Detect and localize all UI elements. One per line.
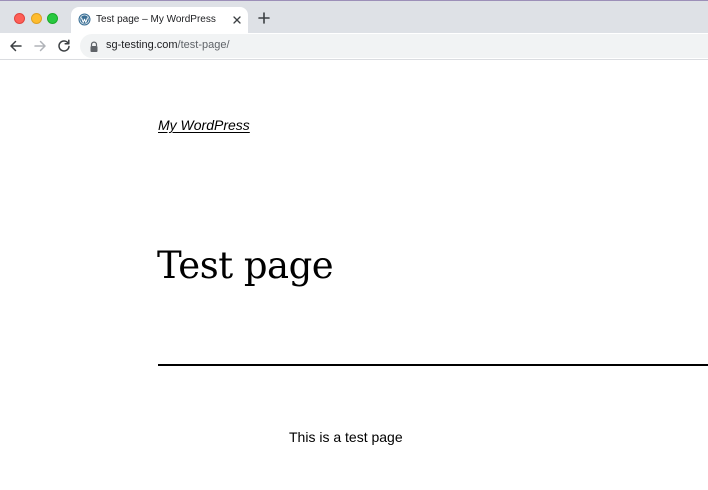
tab-strip: Test page – My WordPress <box>0 0 708 34</box>
browser-window: Test page – My WordPress sg-testing.com/… <box>0 0 708 490</box>
tab-title: Test page – My WordPress <box>96 14 216 25</box>
address-bar[interactable]: sg-testing.com/test-page/ <box>80 34 708 58</box>
close-window-button[interactable] <box>14 13 25 24</box>
minimize-window-button[interactable] <box>31 13 42 24</box>
site-title-link[interactable]: My WordPress <box>158 117 250 133</box>
arrow-left-icon[interactable] <box>7 37 25 55</box>
plus-icon[interactable] <box>256 10 272 26</box>
close-icon[interactable] <box>230 13 244 27</box>
url-text[interactable]: sg-testing.com/test-page/ <box>106 39 230 51</box>
url-path: /test-page/ <box>177 39 230 51</box>
zoom-window-button[interactable] <box>47 13 58 24</box>
browser-toolbar: sg-testing.com/test-page/ <box>0 33 708 60</box>
arrow-right-icon[interactable] <box>31 37 49 55</box>
url-host: sg-testing.com <box>106 39 178 51</box>
page-content: My WordPress Test page This is a test pa… <box>0 60 708 490</box>
lock-icon[interactable] <box>89 40 99 52</box>
reload-icon[interactable] <box>55 37 73 55</box>
page-body-text: This is a test page <box>289 429 403 445</box>
tab-test-page[interactable]: Test page – My WordPress <box>71 7 248 34</box>
wordpress-icon <box>78 13 91 26</box>
title-separator <box>158 364 708 366</box>
page-title: Test page <box>157 244 334 287</box>
